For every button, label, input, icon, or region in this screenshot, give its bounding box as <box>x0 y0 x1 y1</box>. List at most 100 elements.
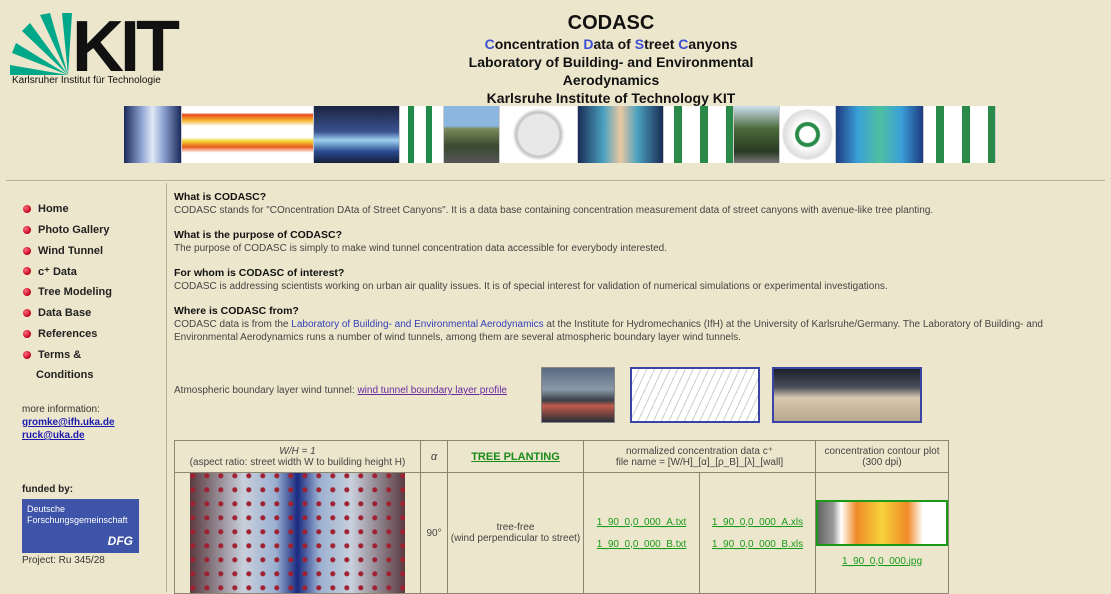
more-information-label: more information: <box>22 404 100 415</box>
kit-logo-word: KIT <box>72 7 180 87</box>
faq-answer: CODASC is addressing scientists working … <box>174 281 888 292</box>
row-tree-sub: (wind perpendicular to street) <box>450 533 581 544</box>
faq-list: What is CODASC? CODASC stands for "COncen… <box>174 191 1099 293</box>
nav-item-conditions[interactable]: Conditions <box>21 369 112 390</box>
model-city-photo[interactable] <box>772 367 922 423</box>
txt-file-a-link[interactable]: 1_90_0,0_000_A.txt <box>597 517 687 528</box>
header-aspect-ratio: W/H = 1 (aspect ratio: street width W to… <box>174 440 421 473</box>
row-xls-cell: 1_90_0,0_000_A.xls 1_90_0,0_000_B.xls <box>699 472 816 594</box>
subtitle-initial-1: D <box>583 36 594 52</box>
strip-image-3 <box>314 106 400 163</box>
nav-item-references[interactable]: References <box>21 328 112 349</box>
strip-image-11 <box>836 106 924 163</box>
nav-item-wind-tunnel[interactable]: Wind Tunnel <box>21 245 112 266</box>
data-table: W/H = 1 (aspect ratio: street width W to… <box>174 440 949 594</box>
nav-item-label: Terms & <box>38 348 82 361</box>
lab-name: Laboratory of Building- and Environmenta… <box>468 54 754 88</box>
funded-by-label: funded by: <box>22 484 74 495</box>
strip-image-12 <box>924 106 996 163</box>
nav-item-label: Home <box>38 203 69 215</box>
header-alpha: α <box>420 440 448 473</box>
bullet-icon <box>23 308 31 317</box>
jpg-file-link[interactable]: 1_90_0,0_000.jpg <box>842 556 922 567</box>
nav-item-label: Tree Modeling <box>38 286 112 299</box>
header-tree-planting-cell: TREE PLANTING <box>447 440 584 473</box>
faq-answer: The purpose of CODASC is simply to make … <box>174 243 668 254</box>
subtitle-initial-0: C <box>484 36 495 52</box>
wind-tunnel-photo[interactable] <box>541 367 615 423</box>
kit-rays-icon <box>10 13 72 75</box>
table-header-row: W/H = 1 (aspect ratio: street width W to… <box>174 440 949 473</box>
nav-item-label: Data Base <box>38 306 92 319</box>
nav-item-photo-gallery[interactable]: Photo Gallery <box>21 224 112 245</box>
xls-file-a-link[interactable]: 1_90_0,0_000_A.xls <box>712 517 803 528</box>
nav-item-tree-modeling[interactable]: Tree Modeling <box>21 286 112 307</box>
row-tree: tree-free (wind perpendicular to street) <box>447 472 584 594</box>
txt-file-b-link[interactable]: 1_90_0,0_000_B.txt <box>597 539 687 550</box>
nav-item-label: References <box>38 327 98 340</box>
bullet-icon <box>23 329 31 338</box>
email-link-gromke[interactable]: gromke@ifh.uka.de <box>22 416 115 429</box>
strip-image-10 <box>780 106 836 163</box>
strip-image-6 <box>500 106 578 163</box>
strip-image-8 <box>664 106 734 163</box>
header-concentration: normalized concentration data c⁺ file na… <box>583 440 816 473</box>
where-text-pre: CODASC data is from the <box>174 319 292 330</box>
header-conc-title: normalized concentration data c⁺ <box>625 445 774 457</box>
row-tree-title: tree-free <box>496 522 535 533</box>
nav-item-home[interactable]: Home <box>21 203 112 224</box>
bullet-icon <box>23 205 31 213</box>
header-titles: CODASC Concentration Data of Street Cany… <box>436 11 786 118</box>
row-contour-cell: 1_90_0,0_000.jpg <box>815 472 949 594</box>
tree-planting-link[interactable]: TREE PLANTING <box>471 451 560 463</box>
dfg-line-2: Forschungsgemeinschaft <box>27 515 128 525</box>
more-information: more information: gromke@ifh.uka.de ruck… <box>22 403 115 442</box>
faq-question: For whom is CODASC of interest? <box>174 267 345 279</box>
nav-item-terms[interactable]: Terms & <box>21 349 112 370</box>
header-contour-title: concentration contour plot <box>824 445 940 457</box>
page-header: KIT Karlsruher Institut für Technologie … <box>6 5 1105 181</box>
email-link-ruck[interactable]: ruck@uka.de <box>22 429 115 442</box>
table-row: 90° tree-free (wind perpendicular to str… <box>174 472 949 594</box>
dfg-line-1: Deutsche <box>27 504 66 514</box>
boundary-layer-profile-link[interactable]: wind tunnel boundary layer profile <box>357 385 507 396</box>
strip-image-1 <box>124 106 182 163</box>
faq-answer-where: CODASC data is from the Laboratory of Bu… <box>174 318 1099 344</box>
boundary-layer-chart-image[interactable] <box>630 367 760 423</box>
contour-plot-thumbnail[interactable] <box>816 499 948 546</box>
kit-logo-subtitle: Karlsruher Institut für Technologie <box>12 75 161 86</box>
strip-image-7 <box>578 106 664 163</box>
faq-answer: CODASC stands for "COncentration DAta of… <box>174 205 934 216</box>
faq-question: What is CODASC? <box>174 191 267 203</box>
site-title: CODASC <box>567 12 655 34</box>
wind-tunnel-text: Atmospheric boundary layer wind tunnel: <box>174 385 358 396</box>
nav-item-c-data[interactable]: c⁺ Data <box>21 265 112 286</box>
image-strip <box>124 106 1004 163</box>
bullet-icon <box>23 288 31 297</box>
subtitle-initial-3: C <box>678 36 689 52</box>
street-canyon-model-photo[interactable] <box>190 473 405 593</box>
strip-image-2 <box>182 106 314 163</box>
faq-question: What is the purpose of CODASC? <box>174 229 342 241</box>
nav-item-label: Conditions <box>36 369 94 382</box>
subtitle-word-1: ata of <box>593 36 635 52</box>
institute-name: Karlsruhe Institute of Technology KIT <box>486 90 736 106</box>
bullet-icon <box>23 225 31 234</box>
strip-image-5 <box>444 106 500 163</box>
header-wh-sub: (aspect ratio: street width W to buildin… <box>189 456 406 468</box>
nav-item-label: c⁺ Data <box>38 266 77 279</box>
dfg-logo[interactable]: Deutsche Forschungsgemeinschaft DFG <box>22 499 139 553</box>
lab-link[interactable]: Laboratory of Building- and Environmenta… <box>291 319 543 330</box>
subtitle-word-0: oncentration <box>494 36 584 52</box>
header-contour: concentration contour plot (300 dpi) <box>815 440 949 473</box>
xls-file-b-link[interactable]: 1_90_0,0_000_B.xls <box>712 539 803 550</box>
wind-tunnel-label: Atmospheric boundary layer wind tunnel: … <box>174 385 507 396</box>
bullet-icon <box>23 267 31 276</box>
bullet-icon <box>23 350 31 359</box>
row-alpha: 90° <box>420 472 448 594</box>
sidebar: Home Photo Gallery Wind Tunnel c⁺ Data Tree … <box>6 183 167 592</box>
subtitle-word-3: anyons <box>688 36 738 52</box>
nav-item-data-base[interactable]: Data Base <box>21 307 112 328</box>
project-number: Project: Ru 345/28 <box>22 555 105 566</box>
kit-logo[interactable]: KIT Karlsruher Institut für Technologie <box>10 7 180 89</box>
